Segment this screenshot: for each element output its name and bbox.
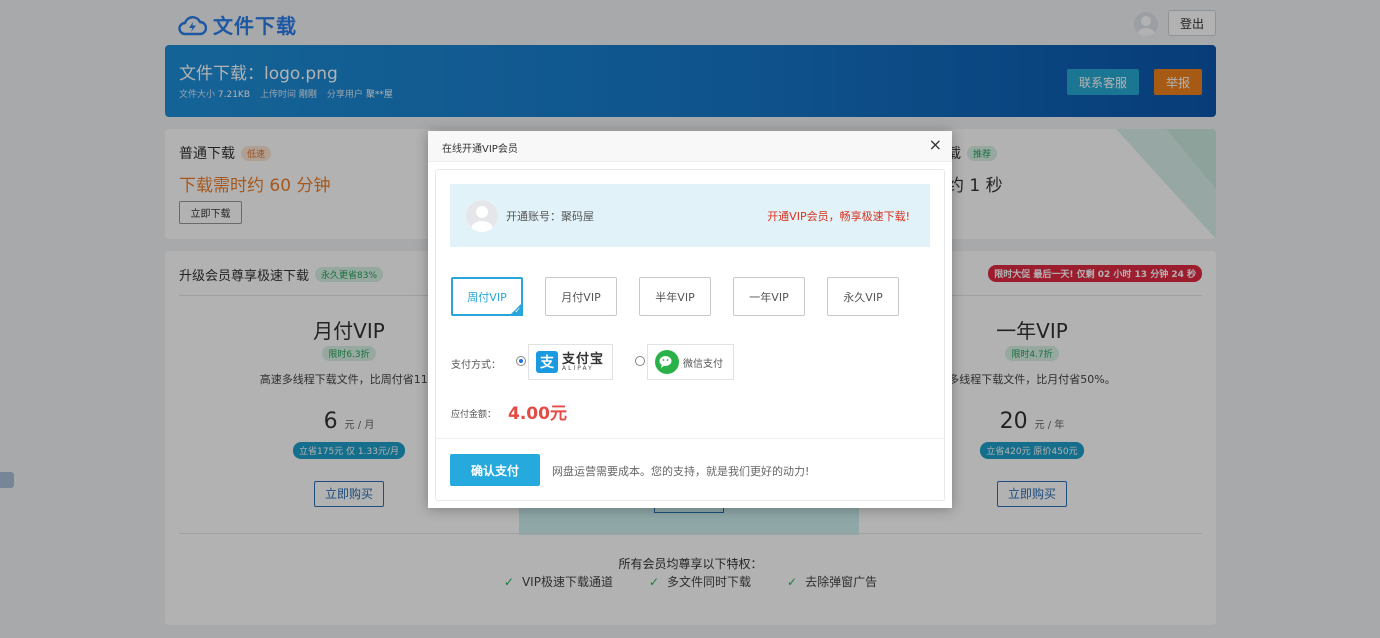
account-avatar [466,200,498,232]
plan-option-label: 一年VIP [749,290,789,304]
amount-label: 应付金额： [451,410,497,420]
support-note: 网盘运营需要成本。您的支持，就是我们更好的动力! [552,465,810,478]
modal-body: 开通账号：聚码屋 开通VIP会员，畅享极速下载! 周付VIP ✓ 月付VIP 半… [435,169,945,501]
wechat-icon [655,350,679,374]
wechat-pay-label: 微信支付 [683,358,723,370]
plan-option-label: 周付VIP [467,290,507,304]
account-label: 开通账号：聚码屋 [506,210,594,223]
plan-option-weekly[interactable]: 周付VIP ✓ [451,277,523,316]
check-icon: ✓ [514,306,521,315]
alipay-icon: 支 [536,351,558,373]
account-promo: 开通VIP会员，畅享极速下载! [767,210,910,223]
plan-option-label: 永久VIP [843,290,883,304]
close-icon[interactable]: × [929,137,942,153]
plan-option-monthly[interactable]: 月付VIP [545,277,617,316]
payment-method-label: 支付方式： [451,360,501,371]
alipay-name: 支付宝 [562,351,605,367]
plan-option-label: 月付VIP [561,290,601,304]
confirm-payment-button[interactable]: 确认支付 [450,454,540,486]
alipay-radio[interactable] [516,356,526,366]
plan-option-yearly[interactable]: 一年VIP [733,277,805,316]
divider [436,438,944,439]
plan-option-half-year[interactable]: 半年VIP [639,277,711,316]
modal-title: 在线开通VIP会员 [442,144,518,155]
alipay-logo-text: 支付宝 ALIPAY [562,353,604,372]
user-icon [466,200,498,232]
alipay-option[interactable]: 支 支付宝 ALIPAY [528,344,613,380]
account-info-box: 开通账号：聚码屋 开通VIP会员，畅享极速下载! [450,184,930,247]
plan-options: 周付VIP ✓ 月付VIP 半年VIP 一年VIP 永久VIP [451,277,899,316]
wechat-pay-radio[interactable] [635,356,645,366]
chat-bubble-icon [659,356,672,368]
plan-option-lifetime[interactable]: 永久VIP [827,277,899,316]
plan-option-label: 半年VIP [655,290,695,304]
vip-purchase-modal: 在线开通VIP会员 × 开通账号：聚码屋 开通VIP会员，畅享极速下载! 周付V… [428,131,952,508]
modal-header: 在线开通VIP会员 × [428,131,952,162]
amount-value: 4.00元 [508,404,567,424]
wechat-pay-option[interactable]: 微信支付 [647,344,734,380]
